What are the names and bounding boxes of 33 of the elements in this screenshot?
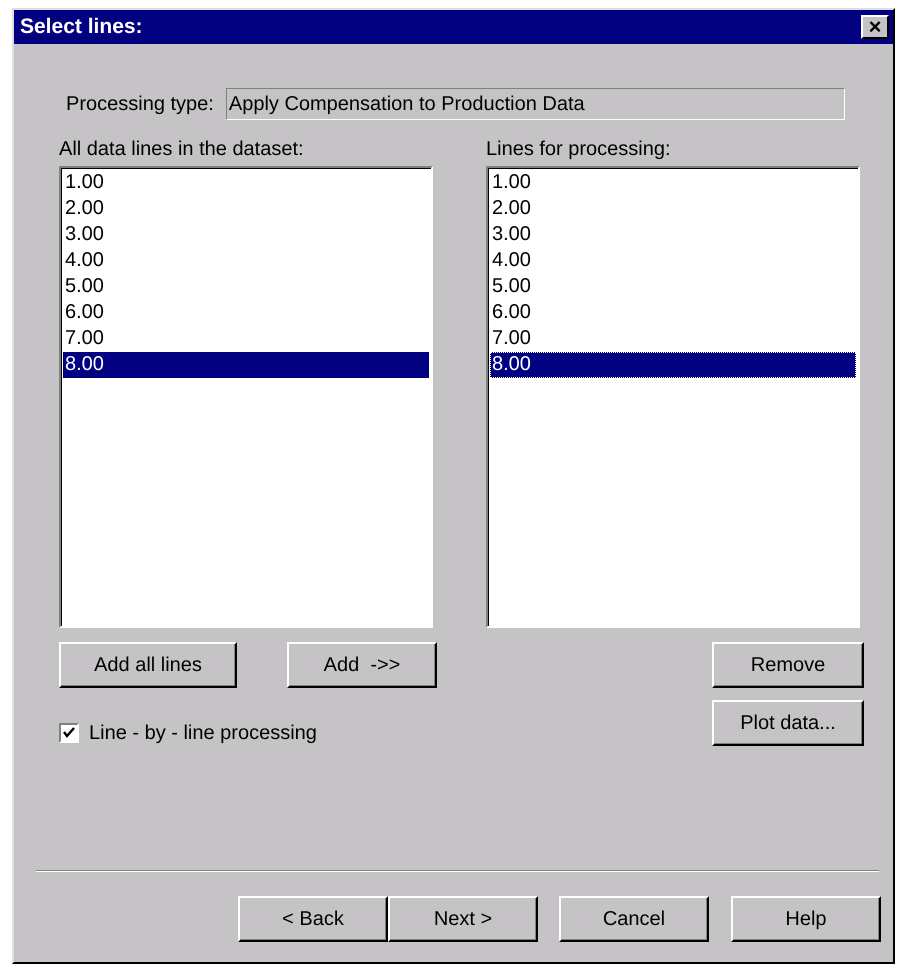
processing-type-label: Processing type: [66,92,214,117]
close-button[interactable]: × [861,15,889,39]
list-label: Lines for processing: [486,137,672,162]
remove-button[interactable]: Remove [712,642,864,688]
add-button[interactable]: Add ->> [287,642,437,688]
next-button[interactable]: Next > [388,896,538,942]
checkbox[interactable] [59,723,79,743]
help-button[interactable]: Help [731,896,881,942]
list-label: All data lines in the dataset: [59,137,305,162]
cancel-button[interactable]: Cancel [559,896,709,942]
list-item[interactable]: 7.00 [63,326,429,352]
plot-data-button[interactable]: Plot data... [712,700,864,746]
list-item[interactable]: 1.00 [63,170,429,196]
list-item[interactable]: 6.00 [490,300,856,326]
list-item[interactable]: 3.00 [490,222,856,248]
processing-type-field: Apply Compensation to Production Data [226,88,845,120]
list-item[interactable]: 5.00 [490,274,856,300]
list-item[interactable]: 5.00 [63,274,429,300]
list-item[interactable]: 8.00 [63,352,429,378]
list-item[interactable]: 8.00 [490,352,856,378]
back-button[interactable]: < Back [238,896,388,942]
list-item[interactable]: 7.00 [490,326,856,352]
checkmark-icon [62,726,76,740]
list-item[interactable]: 6.00 [63,300,429,326]
checkbox-label: Line - by - line processing [89,721,317,746]
list-item[interactable]: 2.00 [63,196,429,222]
list-item[interactable]: 1.00 [490,170,856,196]
list-item[interactable]: 2.00 [490,196,856,222]
add-all-button[interactable]: Add all lines [59,642,237,688]
list-item[interactable]: 4.00 [490,248,856,274]
list-item[interactable]: 4.00 [63,248,429,274]
list-item[interactable]: 3.00 [63,222,429,248]
window-title: Select lines: [20,14,143,40]
